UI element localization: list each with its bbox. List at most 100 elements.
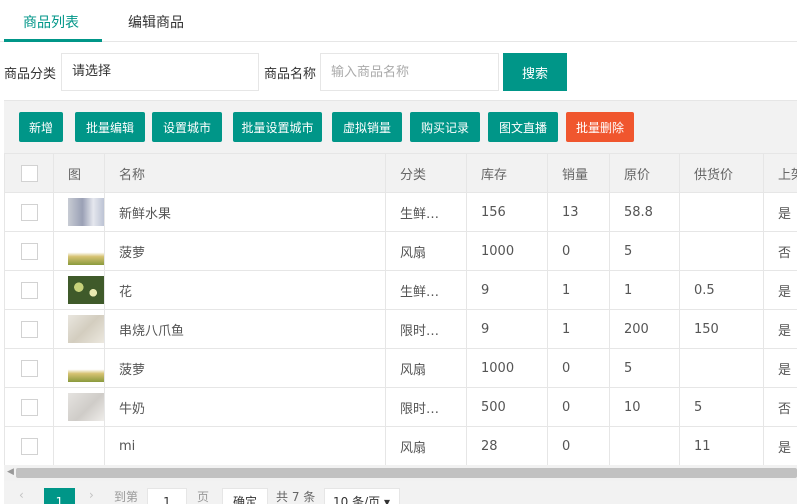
cell-category: 风扇: [385, 231, 467, 271]
cell-image: [53, 348, 105, 388]
cell-sales: 0: [547, 348, 610, 388]
live-text-button[interactable]: 图文直播: [488, 112, 558, 142]
row-checkbox[interactable]: [20, 320, 38, 338]
cell-price: 5: [609, 348, 680, 388]
cell-price: 1: [609, 270, 680, 310]
column-header-category[interactable]: 分类: [385, 153, 467, 193]
cell-listed: 否: [763, 231, 797, 271]
product-table-panel: 新增 批量编辑 设置城市 批量设置城市 虚拟销量 购买记录 图文直播 批量删除 …: [4, 100, 797, 504]
column-header-name[interactable]: 名称: [104, 153, 386, 193]
row-checkbox-cell: [4, 270, 54, 310]
cell-listed: 是: [763, 426, 797, 465]
cell-listed: 是: [763, 192, 797, 232]
table-row[interactable]: 花生鲜… 9 1 1 0.5 是: [4, 270, 797, 310]
category-select[interactable]: 请选择: [61, 53, 259, 91]
scrollbar-thumb[interactable]: [16, 468, 797, 478]
row-checkbox-cell: [4, 426, 54, 465]
column-header-sales[interactable]: 销量: [547, 153, 610, 193]
goto-confirm-button[interactable]: 确定: [222, 488, 268, 504]
current-page-button[interactable]: 1: [44, 488, 75, 504]
cell-stock: 156: [466, 192, 548, 232]
row-checkbox-cell: [4, 387, 54, 427]
goto-page-input[interactable]: 1: [147, 488, 187, 504]
row-checkbox[interactable]: [20, 359, 38, 377]
table-row[interactable]: 串烧八爪鱼 限时… 9 1 200 150 是: [4, 309, 797, 349]
purchase-records-button[interactable]: 购买记录: [410, 112, 480, 142]
table-header-row: 图 名称 分类 库存 销量 原价 供货价 上架: [4, 153, 797, 193]
row-checkbox[interactable]: [20, 437, 38, 455]
next-page-button[interactable]: ›: [89, 488, 94, 502]
cell-sales: 1: [547, 309, 610, 349]
cell-stock: 500: [466, 387, 548, 427]
product-thumbnail[interactable]: [68, 276, 104, 304]
cell-listed: 是: [763, 348, 797, 388]
virtual-sales-button[interactable]: 虚拟销量: [332, 112, 402, 142]
cell-category: 风扇: [385, 348, 467, 388]
row-checkbox-cell: [4, 348, 54, 388]
cell-name: 菠萝: [104, 348, 386, 388]
table-row[interactable]: 菠萝 风扇 1000 0 5 否: [4, 231, 797, 271]
product-thumbnail[interactable]: [68, 393, 104, 421]
select-all-checkbox[interactable]: [20, 164, 38, 182]
batch-edit-button[interactable]: 批量编辑: [75, 112, 145, 142]
tab-edit-product[interactable]: 编辑商品: [128, 12, 184, 32]
column-header-stock[interactable]: 库存: [466, 153, 548, 193]
row-checkbox-cell: [4, 231, 54, 271]
table-row[interactable]: mi 风扇 28 0 11 是: [4, 426, 797, 465]
goto-label: 到第: [114, 490, 139, 504]
product-thumbnail[interactable]: [68, 354, 104, 382]
batch-set-city-button[interactable]: 批量设置城市: [233, 112, 322, 142]
cell-listed: 否: [763, 387, 797, 427]
cell-image: [53, 192, 105, 232]
cell-sales: 1: [547, 270, 610, 310]
batch-delete-button[interactable]: 批量删除: [566, 112, 634, 142]
row-checkbox[interactable]: [20, 281, 38, 299]
cell-name: 串烧八爪鱼: [104, 309, 386, 349]
product-thumbnail[interactable]: [68, 315, 104, 343]
filter-bar: 商品分类 请选择 商品名称 搜索: [0, 42, 797, 100]
add-button[interactable]: 新增: [19, 112, 63, 142]
dropdown-arrow-icon: ▾: [383, 495, 390, 504]
product-name-input[interactable]: [320, 53, 499, 91]
horizontal-scrollbar[interactable]: ◀: [4, 465, 797, 481]
cell-sales: 13: [547, 192, 610, 232]
page-size-select[interactable]: 10 条/页 ▾: [324, 488, 400, 504]
row-checkbox[interactable]: [20, 242, 38, 260]
cell-image: [53, 426, 105, 465]
table-row[interactable]: 牛奶 限时… 500 0 10 5 否: [4, 387, 797, 427]
cell-name: 菠萝: [104, 231, 386, 271]
action-toolbar: 新增 批量编辑 设置城市 批量设置城市 虚拟销量 购买记录 图文直播 批量删除: [4, 101, 797, 153]
page-size-value: 10 条/页: [333, 495, 381, 504]
prev-page-button[interactable]: ‹: [19, 488, 24, 502]
set-city-button[interactable]: 设置城市: [152, 112, 222, 142]
cell-category: 限时…: [385, 309, 467, 349]
cell-name: 花: [104, 270, 386, 310]
search-button[interactable]: 搜索: [503, 53, 567, 91]
column-header-listed[interactable]: 上架: [763, 153, 797, 193]
product-thumbnail[interactable]: [68, 198, 104, 226]
product-table: 图 名称 分类 库存 销量 原价 供货价 上架 新鲜水果生鲜…1561358.8…: [4, 153, 797, 465]
scroll-left-arrow-icon[interactable]: ◀: [7, 467, 14, 477]
cell-listed: 是: [763, 309, 797, 349]
tab-product-list[interactable]: 商品列表: [23, 12, 79, 32]
table-row[interactable]: 菠萝 风扇 1000 0 5 是: [4, 348, 797, 388]
table-row[interactable]: 新鲜水果 生鲜… 156 13 58.8 是: [4, 192, 797, 232]
cell-supply-price: 5: [679, 387, 764, 427]
cell-supply-price: 150: [679, 309, 764, 349]
cell-supply-price: [679, 348, 764, 388]
cell-supply-price: 0.5: [679, 270, 764, 310]
cell-stock: 9: [466, 309, 548, 349]
product-thumbnail[interactable]: [68, 237, 104, 265]
product-table-scroll[interactable]: 图 名称 分类 库存 销量 原价 供货价 上架 新鲜水果生鲜…1561358.8…: [4, 153, 797, 465]
cell-name: 牛奶: [104, 387, 386, 427]
row-checkbox[interactable]: [20, 398, 38, 416]
column-header-price[interactable]: 原价: [609, 153, 680, 193]
cell-category: 限时…: [385, 387, 467, 427]
cell-category: 生鲜…: [385, 192, 467, 232]
column-header-supply-price[interactable]: 供货价: [679, 153, 764, 193]
cell-supply-price: 11: [679, 426, 764, 465]
row-checkbox[interactable]: [20, 203, 38, 221]
cell-stock: 1000: [466, 231, 548, 271]
column-header-image[interactable]: 图: [53, 153, 105, 193]
row-checkbox-cell: [4, 309, 54, 349]
